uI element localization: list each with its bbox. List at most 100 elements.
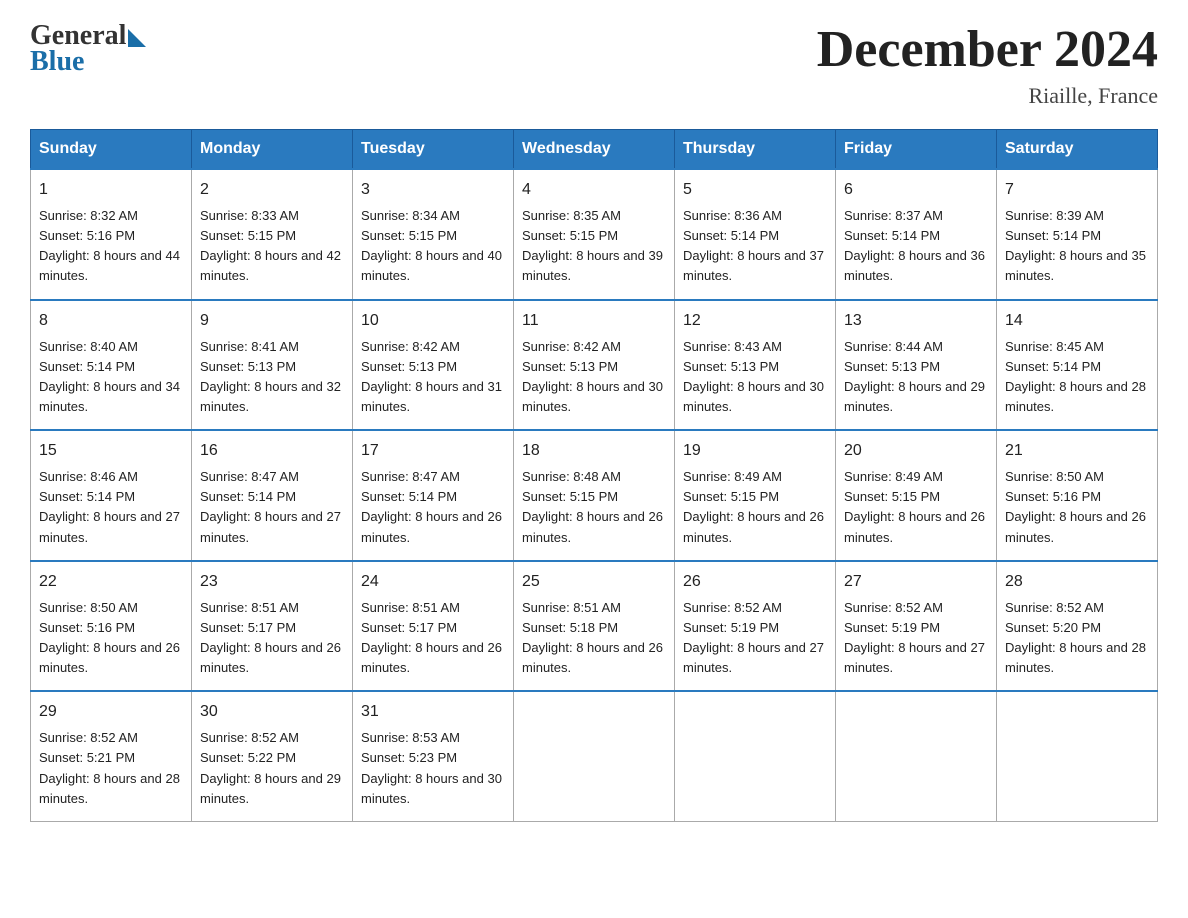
day-number: 9 xyxy=(200,309,344,333)
header-tuesday: Tuesday xyxy=(353,130,514,170)
day-number: 1 xyxy=(39,178,183,202)
day-info: Sunrise: 8:33 AMSunset: 5:15 PMDaylight:… xyxy=(200,208,341,283)
location-subtitle: Riaille, France xyxy=(817,83,1158,109)
day-number: 25 xyxy=(522,570,666,594)
table-row: 22 Sunrise: 8:50 AMSunset: 5:16 PMDayligh… xyxy=(31,561,192,692)
table-row: 29Sunrise: 8:52 AMSunset: 5:21 PMDayligh… xyxy=(31,691,192,821)
day-info: Sunrise: 8:51 AMSunset: 5:17 PMDaylight:… xyxy=(200,600,341,675)
table-row: 26 Sunrise: 8:52 AMSunset: 5:19 PMDayligh… xyxy=(675,561,836,692)
table-row: 15Sunrise: 8:46 AMSunset: 5:14 PMDayligh… xyxy=(31,430,192,561)
table-row: 4 Sunrise: 8:35 AMSunset: 5:15 PMDaylight… xyxy=(514,169,675,300)
table-row: 27 Sunrise: 8:52 AMSunset: 5:19 PMDayligh… xyxy=(836,561,997,692)
header-sunday: Sunday xyxy=(31,130,192,170)
day-info: Sunrise: 8:51 AMSunset: 5:18 PMDaylight:… xyxy=(522,600,663,675)
day-info: Sunrise: 8:39 AMSunset: 5:14 PMDaylight:… xyxy=(1005,208,1146,283)
table-row: 19Sunrise: 8:49 AMSunset: 5:15 PMDayligh… xyxy=(675,430,836,561)
day-number: 16 xyxy=(200,439,344,463)
day-info: Sunrise: 8:34 AMSunset: 5:15 PMDaylight:… xyxy=(361,208,502,283)
table-row: 25 Sunrise: 8:51 AMSunset: 5:18 PMDayligh… xyxy=(514,561,675,692)
logo: General Blue xyxy=(30,20,146,78)
day-info: Sunrise: 8:41 AMSunset: 5:13 PMDaylight:… xyxy=(200,339,341,414)
day-number: 21 xyxy=(1005,439,1149,463)
logo-blue-text: Blue xyxy=(30,46,84,78)
day-number: 20 xyxy=(844,439,988,463)
table-row: 7 Sunrise: 8:39 AMSunset: 5:14 PMDaylight… xyxy=(997,169,1158,300)
day-number: 5 xyxy=(683,178,827,202)
table-row: 12Sunrise: 8:43 AMSunset: 5:13 PMDayligh… xyxy=(675,300,836,431)
header-thursday: Thursday xyxy=(675,130,836,170)
day-info: Sunrise: 8:50 AMSunset: 5:16 PMDaylight:… xyxy=(39,600,180,675)
day-number: 29 xyxy=(39,700,183,724)
day-number: 19 xyxy=(683,439,827,463)
day-info: Sunrise: 8:52 AMSunset: 5:20 PMDaylight:… xyxy=(1005,600,1146,675)
table-row: 13 Sunrise: 8:44 AMSunset: 5:13 PMDayligh… xyxy=(836,300,997,431)
day-number: 27 xyxy=(844,570,988,594)
calendar-week-5: 29Sunrise: 8:52 AMSunset: 5:21 PMDayligh… xyxy=(31,691,1158,821)
table-row: 14 Sunrise: 8:45 AMSunset: 5:14 PMDayligh… xyxy=(997,300,1158,431)
day-number: 6 xyxy=(844,178,988,202)
table-row: 5 Sunrise: 8:36 AMSunset: 5:14 PMDaylight… xyxy=(675,169,836,300)
table-row: 30 Sunrise: 8:52 AMSunset: 5:22 PMDayligh… xyxy=(192,691,353,821)
calendar-week-1: 1Sunrise: 8:32 AMSunset: 5:16 PMDaylight… xyxy=(31,169,1158,300)
day-info: Sunrise: 8:47 AMSunset: 5:14 PMDaylight:… xyxy=(200,469,341,544)
table-row xyxy=(997,691,1158,821)
day-info: Sunrise: 8:52 AMSunset: 5:19 PMDaylight:… xyxy=(844,600,985,675)
table-row: 8 Sunrise: 8:40 AMSunset: 5:14 PMDaylight… xyxy=(31,300,192,431)
table-row: 9 Sunrise: 8:41 AMSunset: 5:13 PMDaylight… xyxy=(192,300,353,431)
day-info: Sunrise: 8:42 AMSunset: 5:13 PMDaylight:… xyxy=(522,339,663,414)
header-friday: Friday xyxy=(836,130,997,170)
table-row: 11 Sunrise: 8:42 AMSunset: 5:13 PMDayligh… xyxy=(514,300,675,431)
day-number: 13 xyxy=(844,309,988,333)
day-number: 12 xyxy=(683,309,827,333)
day-info: Sunrise: 8:35 AMSunset: 5:15 PMDaylight:… xyxy=(522,208,663,283)
day-info: Sunrise: 8:36 AMSunset: 5:14 PMDaylight:… xyxy=(683,208,824,283)
table-row: 23 Sunrise: 8:51 AMSunset: 5:17 PMDayligh… xyxy=(192,561,353,692)
table-row xyxy=(836,691,997,821)
table-row: 16 Sunrise: 8:47 AMSunset: 5:14 PMDayligh… xyxy=(192,430,353,561)
day-info: Sunrise: 8:44 AMSunset: 5:13 PMDaylight:… xyxy=(844,339,985,414)
day-number: 11 xyxy=(522,309,666,333)
table-row: 3Sunrise: 8:34 AMSunset: 5:15 PMDaylight… xyxy=(353,169,514,300)
day-number: 23 xyxy=(200,570,344,594)
page-header: General Blue December 2024 Riaille, Fran… xyxy=(30,20,1158,109)
header-wednesday: Wednesday xyxy=(514,130,675,170)
day-info: Sunrise: 8:48 AMSunset: 5:15 PMDaylight:… xyxy=(522,469,663,544)
day-info: Sunrise: 8:37 AMSunset: 5:14 PMDaylight:… xyxy=(844,208,985,283)
day-number: 10 xyxy=(361,309,505,333)
table-row xyxy=(675,691,836,821)
table-row: 10 Sunrise: 8:42 AMSunset: 5:13 PMDayligh… xyxy=(353,300,514,431)
day-info: Sunrise: 8:47 AMSunset: 5:14 PMDaylight:… xyxy=(361,469,502,544)
table-row: 21Sunrise: 8:50 AMSunset: 5:16 PMDayligh… xyxy=(997,430,1158,561)
day-info: Sunrise: 8:49 AMSunset: 5:15 PMDaylight:… xyxy=(844,469,985,544)
day-info: Sunrise: 8:42 AMSunset: 5:13 PMDaylight:… xyxy=(361,339,502,414)
day-number: 18 xyxy=(522,439,666,463)
calendar-week-3: 15Sunrise: 8:46 AMSunset: 5:14 PMDayligh… xyxy=(31,430,1158,561)
table-row: 28 Sunrise: 8:52 AMSunset: 5:20 PMDayligh… xyxy=(997,561,1158,692)
table-row: 17Sunrise: 8:47 AMSunset: 5:14 PMDayligh… xyxy=(353,430,514,561)
calendar-header-row: Sunday Monday Tuesday Wednesday Thursday… xyxy=(31,130,1158,170)
day-info: Sunrise: 8:53 AMSunset: 5:23 PMDaylight:… xyxy=(361,730,502,805)
table-row: 20 Sunrise: 8:49 AMSunset: 5:15 PMDayligh… xyxy=(836,430,997,561)
day-info: Sunrise: 8:52 AMSunset: 5:22 PMDaylight:… xyxy=(200,730,341,805)
day-info: Sunrise: 8:40 AMSunset: 5:14 PMDaylight:… xyxy=(39,339,180,414)
header-saturday: Saturday xyxy=(997,130,1158,170)
day-number: 14 xyxy=(1005,309,1149,333)
day-number: 22 xyxy=(39,570,183,594)
day-number: 31 xyxy=(361,700,505,724)
table-row: 1Sunrise: 8:32 AMSunset: 5:16 PMDaylight… xyxy=(31,169,192,300)
day-info: Sunrise: 8:45 AMSunset: 5:14 PMDaylight:… xyxy=(1005,339,1146,414)
main-title: December 2024 xyxy=(817,20,1158,79)
calendar-week-2: 8 Sunrise: 8:40 AMSunset: 5:14 PMDaylight… xyxy=(31,300,1158,431)
day-number: 28 xyxy=(1005,570,1149,594)
calendar-week-4: 22 Sunrise: 8:50 AMSunset: 5:16 PMDayligh… xyxy=(31,561,1158,692)
day-number: 26 xyxy=(683,570,827,594)
day-number: 30 xyxy=(200,700,344,724)
day-number: 7 xyxy=(1005,178,1149,202)
calendar-table: Sunday Monday Tuesday Wednesday Thursday… xyxy=(30,129,1158,822)
day-number: 8 xyxy=(39,309,183,333)
day-info: Sunrise: 8:52 AMSunset: 5:19 PMDaylight:… xyxy=(683,600,824,675)
day-info: Sunrise: 8:46 AMSunset: 5:14 PMDaylight:… xyxy=(39,469,180,544)
title-section: December 2024 Riaille, France xyxy=(817,20,1158,109)
day-number: 4 xyxy=(522,178,666,202)
table-row: 24Sunrise: 8:51 AMSunset: 5:17 PMDayligh… xyxy=(353,561,514,692)
